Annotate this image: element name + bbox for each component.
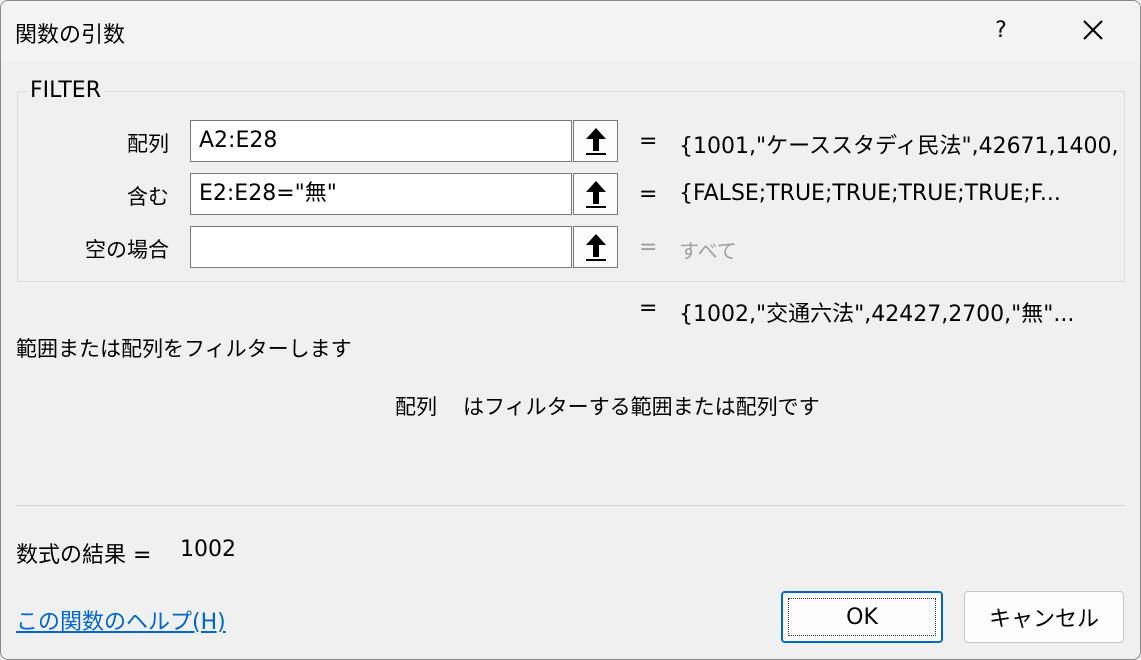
array-result: {1001,"ケーススタディ民法",42671,1400, [679,134,1119,159]
function-name: FILTER [27,78,104,103]
formula-result-label: 数式の結果 = [16,543,152,568]
collapse-dialog-arrow-icon [585,234,606,261]
include-collapse-button[interactable] [573,173,618,215]
separator [16,505,1125,506]
cancel-button-label: キャンセル [988,607,1099,632]
equals-sign: = [639,235,658,260]
function-result-preview: {1002,"交通六法",42427,2700,"無"... [679,302,1075,327]
include-result: {FALSE;TRUE;TRUE;TRUE;TRUE;F... [679,181,1061,206]
arg-label-include: 含む [127,185,169,209]
if-empty-input[interactable] [190,226,572,268]
include-input[interactable]: E2:E28="無" [190,173,572,215]
help-button[interactable]: ? [961,7,1041,53]
function-description: 範囲または配列をフィルターします [16,337,352,361]
function-arguments-dialog: 関数の引数 ? FILTER 配列 A2:E28 = {1001,"ケーススタデ… [0,0,1141,660]
argument-name: 配列 [395,395,437,419]
equals-sign: = [639,296,658,321]
equals-sign: = [639,129,658,154]
focus-ring [788,598,936,636]
formula-result-value: 1002 [180,537,236,562]
array-input[interactable]: A2:E28 [190,120,572,162]
function-help-link[interactable]: この関数のヘルプ(H) [16,604,226,636]
arg-label-if-empty: 空の場合 [85,238,169,262]
close-icon [1083,20,1103,40]
arg-label-array: 配列 [127,132,169,156]
array-collapse-button[interactable] [573,120,618,162]
equals-sign: = [639,182,658,207]
close-button[interactable] [1051,7,1135,53]
if-empty-result: すべて [679,239,737,263]
collapse-dialog-arrow-icon [585,181,606,208]
argument-description: はフィルターする範囲または配列です [463,395,820,419]
if-empty-collapse-button[interactable] [573,226,618,268]
title-bar: 関数の引数 ? [1,1,1140,61]
collapse-dialog-arrow-icon [585,128,606,155]
ok-button[interactable]: OK [781,591,943,643]
cancel-button[interactable]: キャンセル [964,591,1124,643]
dialog-title: 関数の引数 [15,23,126,48]
